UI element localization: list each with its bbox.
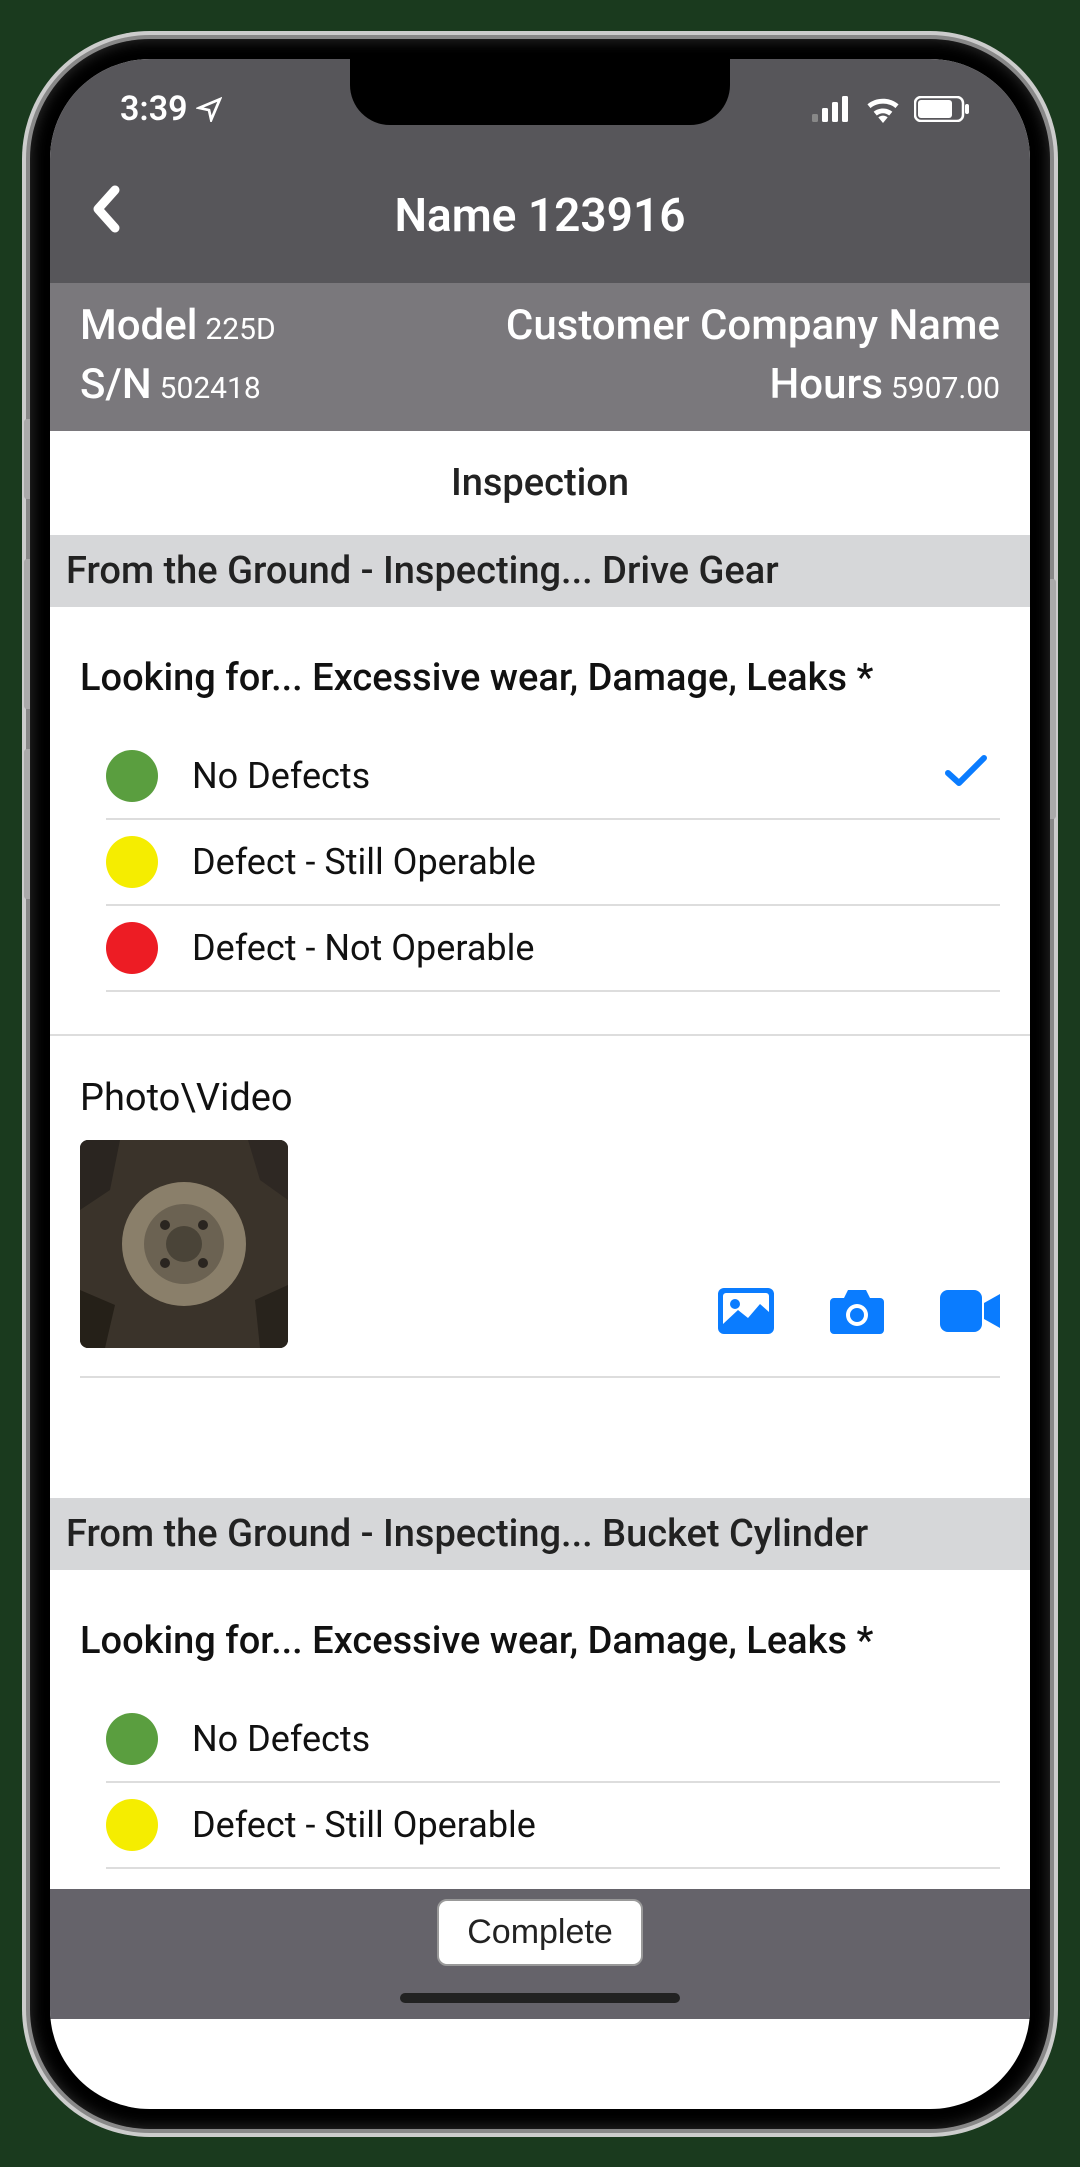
option-not-operable[interactable]: Defect - Not Operable: [106, 906, 1000, 992]
checkmark-icon: [944, 751, 988, 800]
sn-value: 502418: [160, 371, 261, 406]
chevron-left-icon: [90, 185, 120, 233]
gallery-button[interactable]: [718, 1288, 774, 1338]
model-row: Model 225D: [80, 301, 276, 350]
options-list: No Defects Defect - Still Operable Defec…: [80, 734, 1000, 992]
status-dot-yellow: [106, 836, 158, 888]
model-label: Model: [80, 301, 197, 350]
tab-inspection: Inspection: [50, 431, 1030, 535]
hours-value: 5907.00: [891, 371, 1000, 406]
back-button[interactable]: [90, 184, 120, 247]
status-dot-yellow: [106, 1799, 158, 1851]
sn-label: S/N: [80, 360, 152, 409]
video-button[interactable]: [940, 1290, 1000, 1336]
question-block: Looking for... Excessive wear, Damage, L…: [50, 607, 1030, 1012]
image-icon: [718, 1288, 774, 1334]
volume-down: [24, 749, 30, 899]
signal-icon: [812, 96, 852, 122]
options-list: No Defects Defect - Still Operable: [80, 1697, 1000, 1869]
option-label: Defect - Still Operable: [192, 1804, 988, 1846]
option-label: Defect - Still Operable: [192, 841, 988, 883]
subheader: Model 225D S/N 502418 Customer Company N…: [50, 283, 1030, 431]
status-dot-red: [106, 922, 158, 974]
status-dot-green: [106, 750, 158, 802]
divider: [80, 1376, 1000, 1378]
section-header-bucket-cylinder: From the Ground - Inspecting... Bucket C…: [50, 1498, 1030, 1570]
video-icon: [940, 1290, 1000, 1332]
footer: Complete: [50, 1889, 1030, 2019]
option-label: Defect - Not Operable: [192, 927, 988, 969]
phone-frame: 3:39: [30, 39, 1050, 2129]
customer-name: Customer Company Name: [506, 301, 1000, 350]
silence-switch: [24, 419, 30, 499]
hours-label: Hours: [770, 360, 883, 409]
header: Name 123916: [50, 159, 1030, 283]
photo-section: Photo\Video: [50, 1036, 1030, 1408]
question-block: Looking for... Excessive wear, Damage, L…: [50, 1570, 1030, 1889]
wifi-icon: [864, 95, 902, 123]
option-no-defects[interactable]: No Defects: [106, 1697, 1000, 1783]
page-title: Name 123916: [90, 189, 990, 243]
volume-up: [24, 559, 30, 709]
model-value: 225D: [205, 312, 275, 347]
section-gap: [50, 1408, 1030, 1498]
question-text: Looking for... Excessive wear, Damage, L…: [80, 1616, 1000, 1667]
photo-label: Photo\Video: [80, 1076, 1000, 1120]
status-dot-green: [106, 1713, 158, 1765]
photo-thumbnail[interactable]: [80, 1140, 288, 1348]
home-indicator[interactable]: [400, 1993, 680, 2003]
option-label: No Defects: [192, 1718, 988, 1760]
option-label: No Defects: [192, 755, 944, 797]
location-icon: [196, 96, 222, 122]
option-no-defects[interactable]: No Defects: [106, 734, 1000, 820]
question-text: Looking for... Excessive wear, Damage, L…: [80, 653, 1000, 704]
camera-icon: [830, 1288, 884, 1334]
hours-row: Hours 5907.00: [506, 360, 1000, 409]
phone-notch: [350, 59, 730, 125]
power-button: [1050, 579, 1056, 819]
sn-row: S/N 502418: [80, 360, 276, 409]
battery-icon: [914, 96, 970, 122]
camera-button[interactable]: [830, 1288, 884, 1338]
complete-button[interactable]: Complete: [437, 1899, 643, 1966]
option-still-operable[interactable]: Defect - Still Operable: [106, 820, 1000, 906]
content[interactable]: Inspection From the Ground - Inspecting.…: [50, 431, 1030, 1890]
option-still-operable[interactable]: Defect - Still Operable: [106, 1783, 1000, 1869]
section-header-drive-gear: From the Ground - Inspecting... Drive Ge…: [50, 535, 1030, 607]
status-time: 3:39: [120, 89, 188, 129]
